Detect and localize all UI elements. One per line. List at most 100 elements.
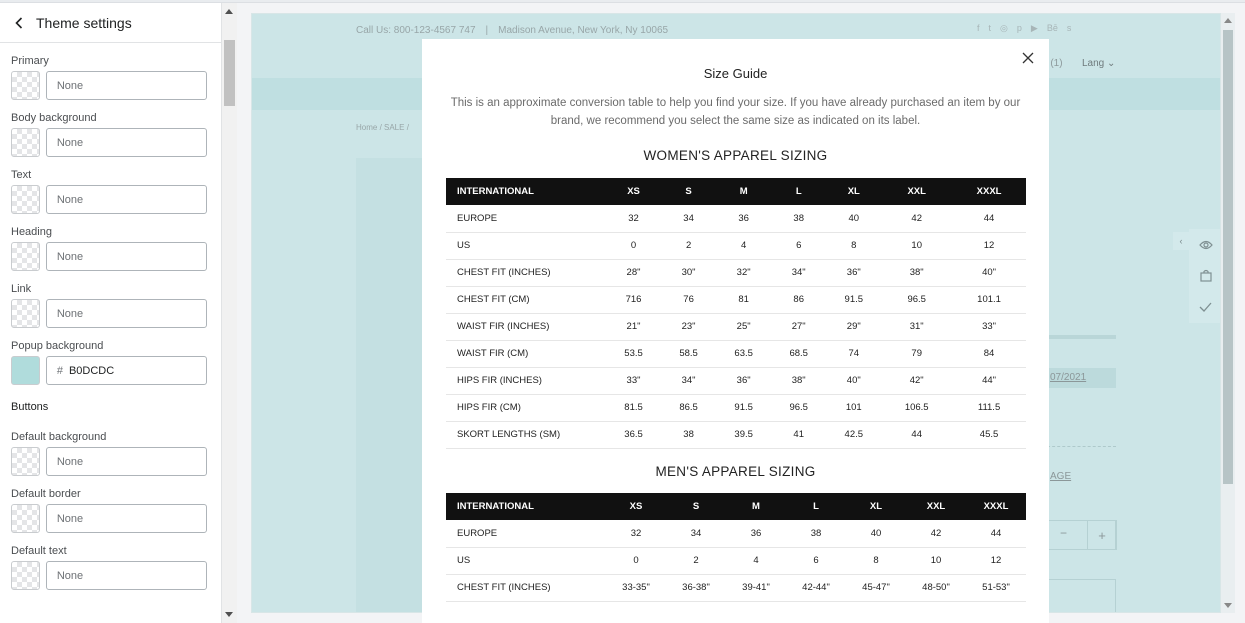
table-cell: 111.5 — [952, 394, 1026, 422]
scroll-up-arrow-icon[interactable] — [225, 9, 233, 14]
facebook-icon[interactable]: f — [977, 23, 980, 34]
youtube-icon[interactable]: ▶ — [1031, 23, 1038, 34]
color-swatch[interactable] — [11, 356, 40, 385]
product-link[interactable]: AGE — [1050, 471, 1071, 482]
color-input[interactable]: None — [45, 128, 207, 157]
table-cell: 12 — [966, 547, 1026, 575]
social-links: f t ◎ p ▶ Bē s — [977, 23, 1071, 34]
color-swatch[interactable] — [11, 504, 40, 533]
scroll-up-arrow-icon[interactable] — [1224, 18, 1232, 23]
instagram-icon[interactable]: ◎ — [1000, 23, 1008, 34]
color-input[interactable]: None — [45, 71, 207, 100]
table-cell: 0 — [606, 232, 662, 260]
behance-icon[interactable]: Bē — [1047, 23, 1058, 34]
color-swatch[interactable] — [11, 71, 40, 100]
color-field-primary: Primary None — [11, 54, 207, 100]
color-swatch[interactable] — [11, 299, 40, 328]
contact-address: Madison Avenue, New York, Ny 10065 — [498, 25, 669, 36]
modal-title: Size Guide — [703, 66, 768, 81]
table-cell: US — [446, 547, 606, 575]
skype-icon[interactable]: s — [1067, 23, 1072, 34]
pinterest-icon[interactable]: p — [1017, 23, 1022, 34]
table-cell: 42 — [906, 520, 966, 548]
modal-description: This is an approximate conversion table … — [450, 97, 1021, 127]
color-swatch[interactable] — [11, 128, 40, 157]
table-cell: 74 — [826, 340, 882, 368]
column-header: M — [726, 493, 786, 520]
color-field-body-background: Body background None — [11, 111, 207, 157]
color-swatch[interactable] — [11, 447, 40, 476]
table-cell: 38" — [881, 259, 953, 287]
sidebar-scrollbar[interactable] — [222, 3, 237, 623]
table-cell: 42" — [881, 367, 953, 395]
twitter-icon[interactable]: t — [989, 23, 992, 34]
quantity-minus-button[interactable]: − — [1060, 526, 1067, 540]
column-header: L — [771, 178, 827, 205]
color-value: None — [56, 136, 84, 149]
table-row: SKORT LENGTHS (SM) 36.5 38 39.5 41 42.5 44 45.5 — [446, 421, 1026, 449]
preview-scrollbar[interactable] — [1221, 13, 1235, 613]
scroll-down-arrow-icon[interactable] — [225, 612, 233, 617]
field-label: Default text — [11, 545, 67, 557]
check-icon[interactable] — [1189, 291, 1220, 322]
table-cell: 45.5 — [952, 421, 1026, 449]
color-value: None — [56, 307, 84, 320]
field-label: Body background — [11, 112, 97, 124]
table-cell: 91.5 — [826, 286, 882, 314]
womens-sizing-title: WOMEN'S APPAREL SIZING — [643, 148, 828, 163]
shopping-bag-icon[interactable] — [1189, 260, 1220, 291]
color-value: None — [56, 512, 84, 525]
color-value: None — [56, 569, 84, 582]
close-icon[interactable] — [1021, 51, 1035, 65]
table-cell: 716 — [606, 286, 662, 314]
color-field-heading: Heading None — [11, 225, 207, 271]
color-input[interactable]: None — [45, 504, 207, 533]
field-label: Default border — [11, 488, 81, 500]
table-cell: US — [446, 232, 606, 260]
scroll-thumb[interactable] — [1223, 30, 1233, 484]
table-cell: 101.1 — [952, 286, 1026, 314]
table-cell: 40 — [826, 205, 882, 233]
column-header: XS — [606, 178, 662, 205]
table-cell: EUROPE — [446, 205, 606, 233]
color-swatch[interactable] — [11, 185, 40, 214]
color-input[interactable]: None — [45, 185, 207, 214]
table-cell: 4 — [716, 232, 772, 260]
table-cell: 106.5 — [881, 394, 953, 422]
table-cell: 40 — [846, 520, 906, 548]
table-header-row: INTERNATIONAL XS S M L XL XXL XXXL — [446, 178, 1026, 205]
back-icon[interactable] — [12, 16, 26, 30]
color-swatch[interactable] — [11, 561, 40, 590]
color-field-default-border: Default border None — [11, 487, 207, 533]
table-row: EUROPE 32 34 36 38 40 42 44 — [446, 520, 1026, 548]
scroll-thumb[interactable] — [224, 40, 235, 106]
color-input[interactable]: None — [45, 242, 207, 271]
quantity-plus-button[interactable]: + — [1087, 520, 1117, 550]
scroll-down-arrow-icon[interactable] — [1224, 603, 1232, 608]
color-input[interactable]: None — [45, 561, 207, 590]
language-selector[interactable]: Lang ⌄ — [1082, 58, 1115, 69]
table-cell: 63.5 — [716, 340, 772, 368]
table-cell: 42.5 — [826, 421, 882, 449]
table-cell: 33" — [952, 313, 1026, 341]
sidebar-title: Theme settings — [36, 14, 132, 31]
table-cell: 40" — [826, 367, 882, 395]
eye-icon[interactable] — [1189, 229, 1220, 260]
color-input[interactable]: None — [45, 447, 207, 476]
toolbar-toggle-icon[interactable]: ‹ — [1173, 232, 1189, 250]
color-swatch[interactable] — [11, 242, 40, 271]
table-row: US 0 2 4 6 8 10 12 — [446, 232, 1026, 260]
field-label: Default background — [11, 431, 107, 443]
table-cell: 58.5 — [661, 340, 717, 368]
sidebar-header: Theme settings — [0, 3, 221, 43]
table-cell: 84 — [952, 340, 1026, 368]
table-cell: 101 — [826, 394, 882, 422]
table-cell: 45-47" — [846, 574, 906, 602]
table-cell: 86.5 — [661, 394, 717, 422]
color-input[interactable]: None — [45, 299, 207, 328]
color-field-default-background: Default background None — [11, 430, 207, 476]
product-image — [356, 158, 426, 612]
table-cell: 42-44" — [786, 574, 846, 602]
color-input[interactable]: # B0DCDC — [45, 356, 207, 385]
contact-separator: | — [485, 25, 489, 36]
